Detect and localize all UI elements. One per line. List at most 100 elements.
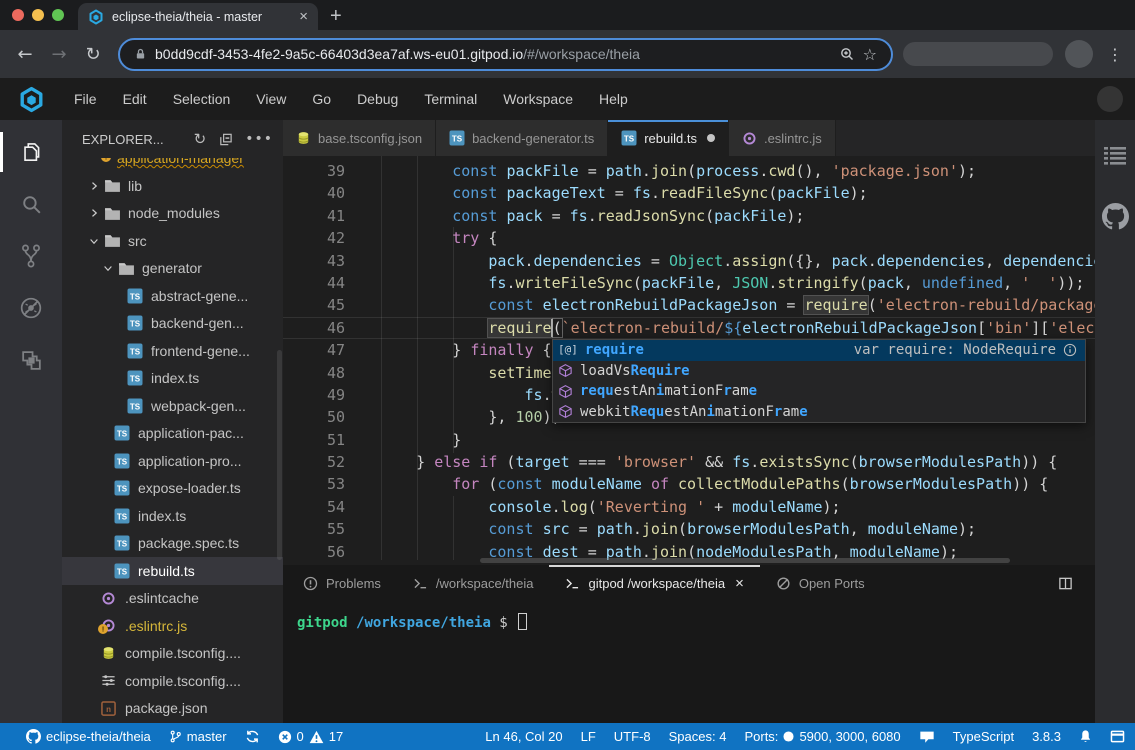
status-branch[interactable]: master [169,729,227,744]
tree-item[interactable]: .eslintcache [62,585,283,613]
activity-search[interactable] [0,178,62,230]
status-encoding[interactable]: UTF-8 [614,729,651,744]
code-line[interactable]: 51 } [283,429,1095,451]
activity-debug[interactable] [0,282,62,334]
code-line[interactable]: 41 const pack = fs.readJsonSync(packFile… [283,205,1095,227]
back-button[interactable]: ← [10,44,40,65]
autocomplete-item[interactable]: loadVsRequire [553,361,1085,382]
code-line[interactable]: 40 const packageText = fs.readFileSync(p… [283,182,1095,204]
split-terminal-icon[interactable] [1058,576,1073,591]
editor-tab[interactable]: base.tsconfig.json [283,120,436,156]
close-window-button[interactable] [12,9,24,21]
reload-button[interactable]: ↻ [78,44,108,65]
code-line[interactable]: 53 for (const moduleName of collectModul… [283,473,1095,495]
editor-tab[interactable]: .eslintrc.js [729,120,836,156]
status-sync[interactable] [245,729,260,744]
tree-item[interactable]: TSwebpack-gen... [62,392,283,420]
status-repository[interactable]: eclipse-theia/theia [26,729,151,744]
sidebar-scrollbar[interactable] [277,350,282,560]
refresh-explorer-icon[interactable]: ↻ [194,130,207,148]
rightbar-github[interactable] [1095,186,1135,246]
autocomplete-item[interactable]: requestAnimationFrame [553,381,1085,402]
tree-item[interactable]: TSapplication-pac... [62,420,283,448]
tree-item[interactable]: TSabstract-gene... [62,282,283,310]
status-language[interactable]: TypeScript [953,729,1014,744]
url-text[interactable]: b0dd9cdf-3453-4fe2-9a5c-66403d3ea7af.ws-… [155,46,831,62]
code-line[interactable]: 54 console.log('Reverting ' + moduleName… [283,496,1095,518]
editor-horizontal-scrollbar[interactable] [480,558,1010,563]
tree-item[interactable]: !.eslintrc.js [62,612,283,640]
maximize-window-button[interactable] [52,9,64,21]
status-eol[interactable]: LF [581,729,596,744]
more-actions-icon[interactable]: ••• [245,131,273,147]
code-line[interactable]: 39 const packFile = path.join(process.cw… [283,160,1095,182]
menu-item-go[interactable]: Go [299,91,344,107]
tree-item[interactable]: TSapplication-pro... [62,447,283,475]
status-indentation[interactable]: Spaces: 4 [669,729,727,744]
tree-item[interactable]: TSbackend-gen... [62,310,283,338]
editor-tab[interactable]: TSrebuild.ts [608,120,729,156]
tree-item[interactable]: src [62,227,283,255]
tree-item[interactable]: TSpackage.spec.ts [62,530,283,558]
activity-explorer[interactable] [0,126,62,178]
tree-item[interactable]: TSrebuild.ts [62,557,283,585]
close-terminal-icon[interactable]: × [735,575,744,592]
activity-source-control[interactable] [0,230,62,282]
tree-item[interactable]: generator [62,255,283,283]
code-line[interactable]: 43 pack.dependencies = Object.assign({},… [283,250,1095,272]
menu-item-help[interactable]: Help [586,91,641,107]
menu-item-terminal[interactable]: Terminal [411,91,490,107]
tree-item[interactable]: npackage.json [62,695,283,723]
tree-item[interactable]: TSindex.ts [62,502,283,530]
bookmark-star-icon[interactable]: ☆ [863,45,877,64]
tree-item-partial[interactable]: !application-manager [62,158,283,172]
menu-item-view[interactable]: View [243,91,299,107]
minimize-window-button[interactable] [32,9,44,21]
menu-item-debug[interactable]: Debug [344,91,411,107]
browser-menu-icon[interactable]: ⋮ [1105,45,1125,64]
tree-item[interactable]: lib [62,172,283,200]
panel-tab[interactable]: gitpod /workspace/theia× [549,565,759,601]
extension-pill[interactable] [903,42,1053,66]
browser-tab[interactable]: eclipse-theia/theia - master × [78,3,318,30]
tree-item[interactable]: TSfrontend-gene... [62,337,283,365]
menu-item-workspace[interactable]: Workspace [490,91,586,107]
rightbar-outline[interactable] [1095,126,1135,186]
status-cursor-position[interactable]: Ln 46, Col 20 [485,729,562,744]
code-line[interactable]: 45 const electronRebuildPackageJson = re… [283,294,1095,316]
tree-item[interactable]: compile.tsconfig.... [62,640,283,668]
code-line[interactable]: 52 } else if (target === 'browser' && fs… [283,451,1095,473]
profile-avatar[interactable] [1065,40,1093,68]
new-tab-button[interactable]: + [330,5,342,28]
menu-item-file[interactable]: File [61,91,110,107]
status-problems[interactable]: 017 [278,729,344,744]
tree-item[interactable]: TSexpose-loader.ts [62,475,283,503]
code-line[interactable]: 44 fs.writeFileSync(packFile, JSON.strin… [283,272,1095,294]
autocomplete-item[interactable]: [@]requirevar require: NodeRequire [553,340,1085,361]
info-icon[interactable] [1063,343,1077,357]
status-feedback[interactable] [919,730,935,744]
activity-plugins[interactable] [0,334,62,386]
editor-tab[interactable]: TSbackend-generator.ts [436,120,608,156]
code-editor[interactable]: 39 const packFile = path.join(process.cw… [283,156,1095,565]
panel-tab[interactable]: Problems [287,565,397,601]
terminal[interactable]: gitpod /workspace/theia $ [283,601,1095,631]
status-ts-version[interactable]: 3.8.3 [1032,729,1061,744]
tree-item[interactable]: compile.tsconfig.... [62,667,283,695]
menu-item-edit[interactable]: Edit [110,91,160,107]
forward-button[interactable]: → [44,44,74,65]
dirty-indicator[interactable] [707,134,715,142]
status-ports[interactable]: Ports:5900, 3000, 6080 [744,729,900,744]
collapse-all-icon[interactable] [218,132,233,147]
close-tab-icon[interactable]: × [299,9,308,24]
panel-tab[interactable]: Open Ports [760,565,881,601]
code-line[interactable]: 46 require(`electron-rebuild/${electronR… [283,317,1095,339]
menu-item-selection[interactable]: Selection [160,91,244,107]
autocomplete-item[interactable]: webkitRequestAnimationFrame [553,402,1085,423]
status-notifications[interactable] [1079,729,1092,744]
zoom-icon[interactable] [839,46,855,62]
status-toggle-panel[interactable] [1110,730,1125,743]
workspace-avatar[interactable] [1097,86,1123,112]
panel-tab[interactable]: /workspace/theia [397,565,550,601]
code-line[interactable]: 42 try { [283,227,1095,249]
